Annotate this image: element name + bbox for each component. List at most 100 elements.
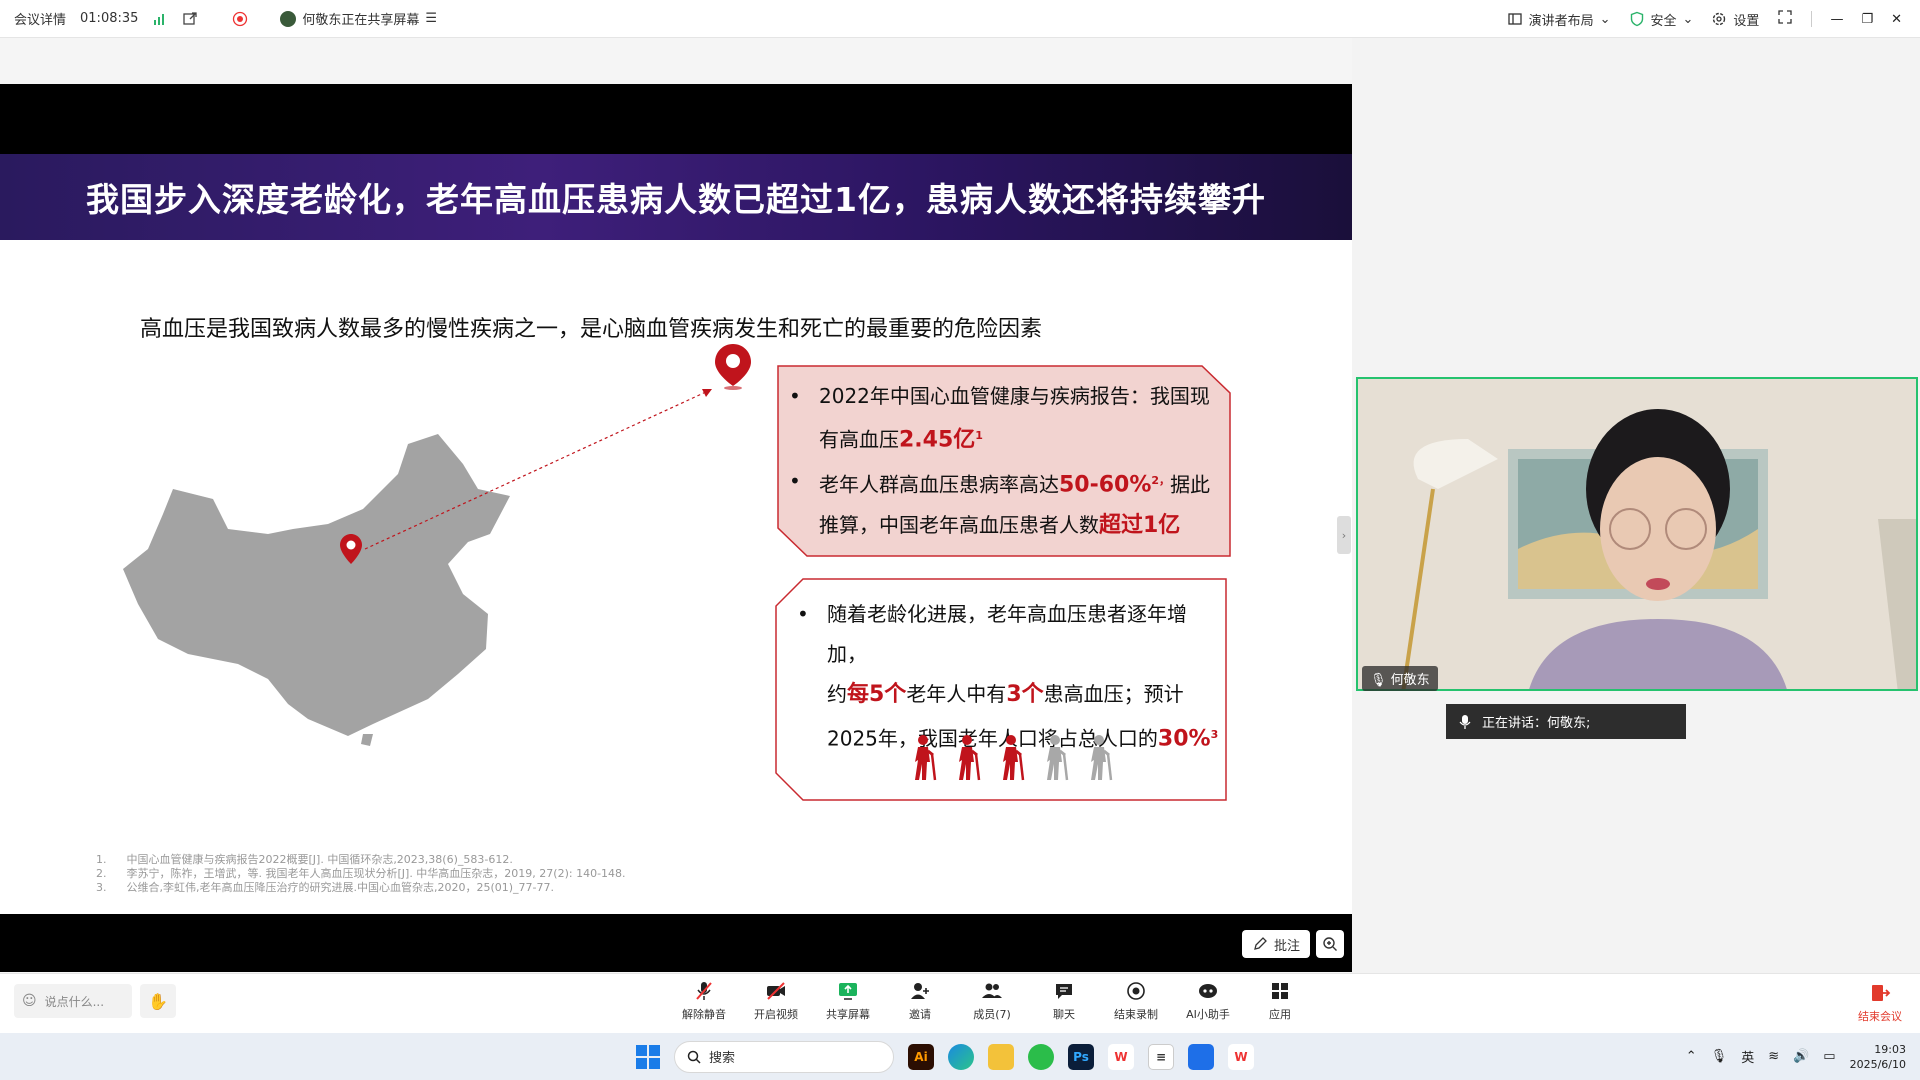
mic-off-icon [696,982,712,1000]
elderly-person-icon [1003,735,1025,781]
popout-icon[interactable] [182,11,198,27]
elderly-person-icon [959,735,981,781]
panel-collapse-handle[interactable]: › [1337,516,1351,554]
invite-button[interactable]: 邀请 [884,980,956,1022]
zoom-button[interactable] [1316,930,1345,958]
bullet-text: 据此 [1170,472,1211,497]
top-bar: 会议详情 01:08:35 何敬东正在共享屏幕 ☰ 演讲者布局 ⌄ 安全 ⌄ 设置 [0,0,1920,38]
apps-button[interactable]: 应用 [1244,980,1316,1022]
reference-item: 3. 公维合,李虹伟,老年高血压降压治疗的研究进展.中国心血管杂志,2020，25… [96,881,626,895]
sharing-status[interactable]: 何敬东正在共享屏幕 ☰ [280,9,437,28]
highlight-value: 每5个 [847,682,907,707]
gear-icon [1713,12,1726,26]
tool-label: 结束录制 [1114,1008,1158,1021]
reference-text: 公维合,李虹伟,老年高血压降压治疗的研究进展.中国心血管杂志,2020，25(0… [126,881,555,894]
annotate-controls: 批注 [1242,930,1345,958]
signal-icon[interactable] [152,11,168,27]
wifi-icon[interactable]: ≋ [1768,1049,1779,1064]
start-icon[interactable] [636,1044,660,1069]
chat-input[interactable]: ☺ 说点什么... [14,984,132,1018]
unmute-button[interactable]: 解除静音 [668,980,740,1022]
wechat-icon[interactable] [1028,1043,1054,1070]
wps-icon[interactable]: W [1108,1043,1134,1070]
microphone-tray-icon[interactable]: 🎙 [1711,1049,1728,1064]
windows-taskbar: 搜索 Ai Ps W ≡ W ⌃ 🎙 英 ≋ 🔊 ▭ 19:03 2025/6/… [0,1033,1920,1080]
battery-icon[interactable]: ▭ [1823,1049,1835,1064]
bullet-text: 2022年中国心血管健康与疾病报告：我国现 [819,384,1210,408]
highlight-value: 30% [1157,726,1211,752]
slide-title: 我国步入深度老龄化，老年高血压患病人数已超过1亿，患病人数还将持续攀升 [86,180,1266,219]
restore-icon[interactable]: ❐ [1861,12,1873,27]
sharer-avatar [280,10,297,27]
stat-bullet-2: 老年人群高血压患病率高达50-60%2，据此 推算，中国老年高血压患者人数超过1… [777,461,1227,547]
edge-icon[interactable] [948,1043,974,1070]
elderly-person-icon [915,735,937,781]
divider [1811,11,1813,27]
reference-number: 1. [96,853,107,866]
bullet-text: 老年人中有 [906,682,1007,706]
tool-label: 开启视频 [754,1008,798,1021]
bullet-text: 约 [827,682,847,706]
taskbar-apps: 搜索 Ai Ps W ≡ W [636,1033,1254,1080]
speaking-indicator: 正在讲话：何敬东; [1446,704,1686,739]
slide-subtitle: 高血压是我国致病人数最多的慢性疾病之一，是心脑血管疾病发生和死亡的最重要的危险因… [140,317,1043,342]
menu-lines-icon: ☰ [425,11,438,26]
illustrator-icon[interactable]: Ai [908,1043,934,1070]
stop-recording-button[interactable]: 结束录制 [1100,980,1172,1022]
letterbox-bottom [0,914,1352,972]
clock[interactable]: 19:03 2025/6/10 [1850,1042,1906,1072]
close-icon[interactable]: ✕ [1891,12,1902,27]
share-screen-button[interactable]: 共享屏幕 [812,980,884,1022]
highlight-value: 50-60% [1059,472,1152,498]
taskbar-search[interactable]: 搜索 [674,1040,894,1073]
add-user-icon [911,983,929,999]
settings-button[interactable]: 设置 [1711,10,1759,29]
chevron-up-icon[interactable]: ⌃ [1686,1049,1697,1064]
footnote-mark: 3 [1210,728,1219,741]
security-dropdown[interactable]: 安全 ⌄ [1629,10,1693,29]
chat-button[interactable]: 聊天 [1028,980,1100,1022]
bullet-text: 随着老龄化进展，老年高血压患者逐年增加， [827,602,1187,666]
speaking-text: 正在讲话：何敬东; [1482,716,1591,731]
camera-off-icon [767,982,785,1000]
meeting-app-icon[interactable] [1188,1043,1214,1070]
recording-icon[interactable] [232,11,248,27]
annotate-button[interactable]: 批注 [1242,930,1311,958]
layout-dropdown[interactable]: 演讲者布局 ⌄ [1507,10,1611,29]
record-icon [1127,982,1145,1000]
raise-hand-button[interactable]: ✋ [140,984,176,1018]
footnote-mark: 1 [975,429,983,442]
zoom-in-icon [1323,937,1338,951]
file-explorer-icon[interactable] [988,1043,1014,1070]
chat-icon [1056,984,1072,999]
toolbar-tools: 解除静音 开启视频 共享屏幕 邀请 成员(7) 聊天 结束录制 AI小助手 应用 [668,980,1316,1022]
shield-icon [1630,11,1643,27]
ai-assistant-button[interactable]: AI小助手 [1172,980,1244,1022]
start-video-button[interactable]: 开启视频 [740,980,812,1022]
tool-label: 邀请 [909,1008,931,1021]
reference-item: 2. 李苏宁，陈祚，王增武，等. 我国老年人高血压现状分析[J]. 中华高血压杂志… [96,867,626,881]
members-icon [982,983,1002,998]
location-pin-icon [715,344,751,390]
notepad-icon[interactable]: ≡ [1148,1043,1174,1070]
input-language[interactable]: 英 [1741,1047,1754,1066]
sharing-status-label: 何敬东正在共享屏幕 [302,13,420,28]
system-tray: ⌃ 🎙 英 ≋ 🔊 ▭ 19:03 2025/6/10 [1686,1033,1906,1080]
bullet-text: 老年人群高血压患病率高达 [819,472,1059,497]
reference-number: 3. [96,881,107,894]
emoji-icon: ☺ [22,993,37,1009]
end-meeting-label: 结束会议 [1858,1010,1902,1023]
end-meeting-button[interactable]: 结束会议 [1858,982,1902,1024]
members-button[interactable]: 成员(7) [956,980,1028,1022]
meeting-details-button[interactable]: 会议详情 [14,9,66,28]
annotate-label: 批注 [1274,938,1301,954]
photoshop-icon[interactable]: Ps [1068,1043,1094,1070]
microphone-icon [1459,714,1471,729]
volume-icon[interactable]: 🔊 [1793,1049,1809,1064]
minimize-icon[interactable]: — [1830,12,1843,27]
wps-office-icon[interactable]: W [1228,1043,1254,1070]
reference-text: 李苏宁，陈祚，王增武，等. 我国老年人高血压现状分析[J]. 中华高血压杂志，2… [126,867,626,880]
stat-bullet-1: 2022年中国心血管健康与疾病报告：我国现 有高血压2.45亿1 [777,376,1227,461]
fullscreen-icon[interactable] [1777,9,1793,29]
participant-video[interactable] [1356,377,1918,691]
